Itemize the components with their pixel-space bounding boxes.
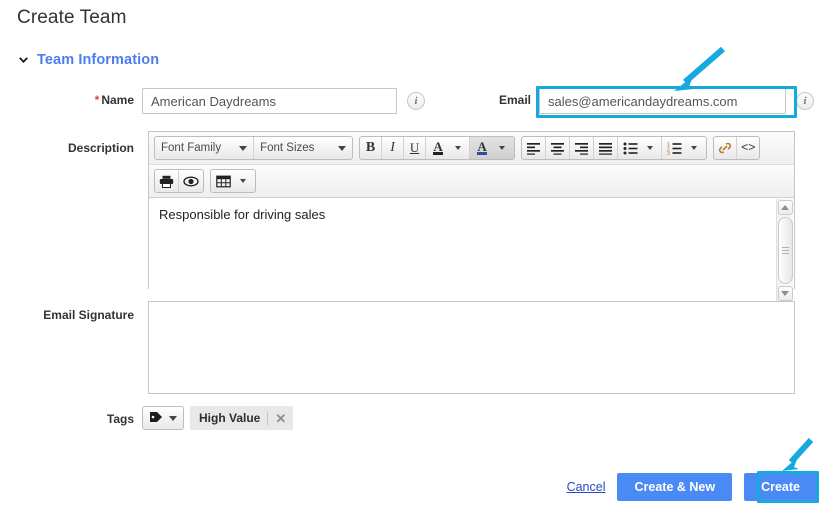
name-info-icon[interactable]: i [407, 92, 425, 110]
required-marker: * [94, 93, 100, 107]
insert-group: <> [713, 136, 761, 160]
description-editor: Font Family Font Sizes B I U A A 1 2 3 <… [148, 131, 795, 303]
create-button[interactable]: Create [744, 473, 817, 501]
table-dropdown[interactable] [233, 170, 255, 192]
email-info-icon[interactable]: i [796, 92, 814, 110]
italic-button[interactable]: I [382, 137, 405, 159]
create-team-page: Create Team Team Information *Name i Ema… [0, 0, 835, 519]
chevron-down-icon [240, 179, 246, 183]
chevron-down-icon [691, 146, 698, 150]
chevron-down-icon [169, 415, 177, 421]
name-input[interactable] [142, 88, 397, 114]
insert-table-button[interactable] [211, 170, 233, 192]
text-style-group: B I U A A [359, 136, 516, 160]
description-text-area[interactable]: Responsible for driving sales [149, 198, 794, 303]
email-signature-label: Email Signature [43, 308, 134, 322]
remove-tag-icon[interactable]: ✕ [267, 411, 286, 425]
numbered-list-dropdown[interactable] [684, 137, 706, 159]
description-label: Description [67, 141, 134, 155]
tag-select-dropdown[interactable] [142, 406, 184, 430]
email-label: Email [498, 93, 531, 107]
align-justify-button[interactable] [594, 137, 619, 159]
background-color-button[interactable]: A [470, 137, 493, 159]
bullet-list-dropdown[interactable] [640, 137, 663, 159]
text-color-button[interactable]: A [426, 137, 448, 159]
description-scrollbar[interactable] [776, 199, 793, 302]
editor-toolbar-row-1: Font Family Font Sizes B I U A A 1 2 3 <… [149, 132, 794, 165]
email-field-row: Email i [497, 88, 814, 114]
eye-icon [183, 175, 199, 187]
align-right-icon [575, 142, 589, 155]
font-size-select[interactable]: Font Sizes [254, 137, 352, 159]
chevron-down-icon [646, 146, 653, 150]
triangle-up-icon [781, 205, 789, 210]
section-title: Team Information [37, 52, 160, 68]
name-label: * Name [0, 88, 142, 107]
cancel-link[interactable]: Cancel [567, 480, 606, 494]
align-right-button[interactable] [570, 137, 595, 159]
align-justify-icon [599, 142, 613, 155]
email-signature-text [149, 302, 794, 318]
align-left-icon [527, 142, 541, 155]
chevron-down-icon [499, 146, 506, 150]
svg-text:3: 3 [667, 151, 670, 155]
scroll-thumb[interactable] [777, 217, 793, 284]
email-signature-input[interactable] [148, 301, 795, 394]
name-field-row: *Name i [0, 88, 425, 114]
form-actions: Cancel Create & New Create [567, 473, 817, 501]
grip-icon [781, 247, 789, 254]
numbered-list-button[interactable]: 1 2 3 [662, 137, 684, 159]
align-center-icon [551, 142, 565, 155]
print-button[interactable] [155, 170, 179, 192]
tag-chip-label: High Value [199, 411, 261, 425]
table-group [210, 169, 256, 193]
tags-label: Tags [106, 412, 134, 426]
tag-icon [149, 411, 163, 425]
tag-chip[interactable]: High Value ✕ [190, 406, 294, 430]
background-color-dropdown[interactable] [492, 137, 515, 159]
chevron-down-icon [239, 145, 248, 151]
table-icon [215, 175, 231, 187]
triangle-down-icon [781, 291, 789, 296]
editor-toolbar-row-2 [149, 165, 794, 198]
text-color-dropdown[interactable] [448, 137, 471, 159]
arrow-pointing-to-email-field [674, 46, 725, 91]
email-input[interactable] [539, 88, 786, 114]
font-group: Font Family Font Sizes [154, 136, 354, 160]
preview-button[interactable] [179, 170, 203, 192]
align-left-button[interactable] [522, 137, 547, 159]
underline-button[interactable]: U [404, 137, 427, 159]
bold-button[interactable]: B [360, 137, 383, 159]
numbered-list-icon: 1 2 3 [667, 142, 682, 155]
scroll-up-button[interactable] [777, 200, 793, 215]
chevron-down-icon [454, 146, 461, 150]
alignment-group: 1 2 3 [521, 136, 708, 160]
print-preview-group [154, 169, 204, 193]
tags-row: Tags High Value ✕ [0, 406, 294, 430]
chevron-down-icon[interactable] [17, 54, 30, 67]
name-label-text: Name [101, 93, 134, 107]
description-text: Responsible for driving sales [159, 207, 326, 222]
print-icon [159, 175, 174, 188]
source-code-button[interactable]: <> [737, 137, 759, 159]
scroll-down-button[interactable] [777, 286, 793, 301]
section-header-team-information[interactable]: Team Information [17, 52, 159, 68]
bullet-list-button[interactable] [618, 137, 640, 159]
align-center-button[interactable] [546, 137, 571, 159]
arrow-pointing-to-create-button [782, 438, 814, 471]
page-title: Create Team [17, 7, 127, 28]
bullet-list-icon [623, 142, 638, 154]
chevron-down-icon [338, 145, 347, 151]
insert-link-button[interactable] [714, 137, 738, 159]
create-and-new-button[interactable]: Create & New [617, 473, 733, 501]
link-icon [719, 142, 732, 154]
font-family-select[interactable]: Font Family [155, 137, 255, 159]
